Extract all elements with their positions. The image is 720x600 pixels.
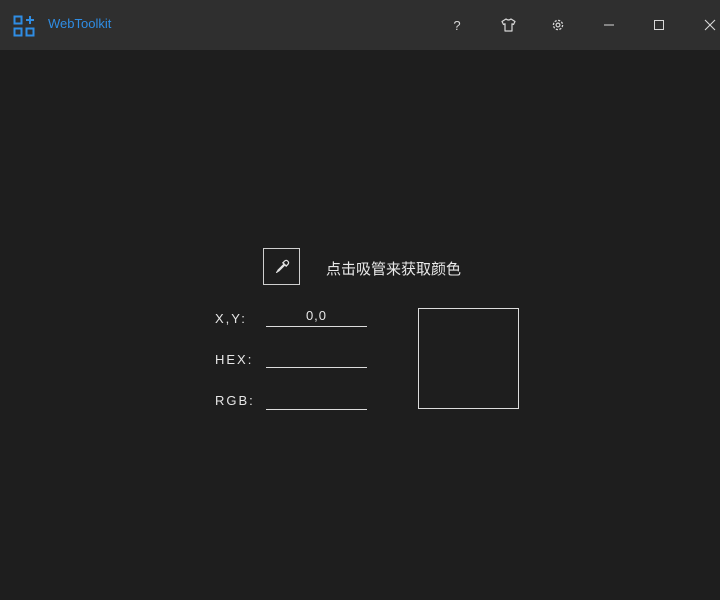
app-grid-plus-icon <box>13 15 35 37</box>
hex-label: HEX: <box>215 352 254 367</box>
gear-icon <box>552 19 564 31</box>
close-button[interactable] <box>698 13 720 37</box>
rgb-value[interactable] <box>266 390 367 410</box>
theme-button[interactable] <box>496 13 520 37</box>
shirt-icon <box>500 18 516 32</box>
eyedropper-icon <box>275 259 289 273</box>
xy-value: 0,0 <box>266 307 367 327</box>
xy-label: X,Y: <box>215 311 247 326</box>
hex-value[interactable] <box>266 348 367 368</box>
title-bar: WebToolkit ? <box>0 0 720 50</box>
color-swatch <box>418 308 519 409</box>
eyedropper-button[interactable] <box>263 248 300 285</box>
app-title: WebToolkit <box>48 16 112 31</box>
rgb-label: RGB: <box>215 393 255 408</box>
minimize-icon <box>604 24 614 26</box>
help-label: ? <box>453 17 461 33</box>
minimize-button[interactable] <box>597 13 621 37</box>
picker-hint: 点击吸管来获取颜色 <box>326 260 462 278</box>
maximize-icon <box>654 20 664 30</box>
settings-button[interactable] <box>546 13 570 37</box>
maximize-button[interactable] <box>647 13 671 37</box>
close-icon <box>704 19 716 31</box>
help-button[interactable]: ? <box>445 13 469 37</box>
